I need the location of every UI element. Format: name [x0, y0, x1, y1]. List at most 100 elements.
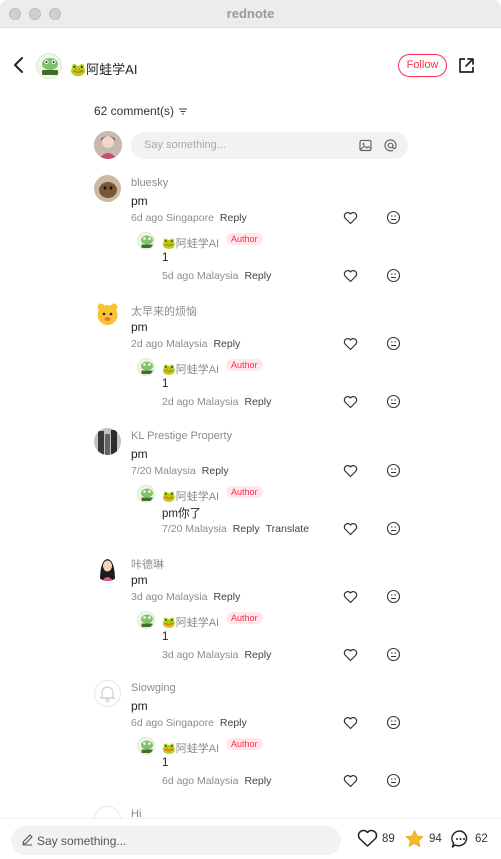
comment-bubble-icon[interactable]: [450, 829, 471, 849]
author-badge: Author: [226, 233, 263, 245]
reply-author-name[interactable]: 🐸阿蛙学AI: [162, 614, 219, 630]
heart-icon[interactable]: [343, 269, 358, 283]
reply-text: 1: [162, 252, 169, 264]
bottom-input-placeholder: Say something...: [37, 834, 127, 848]
emoji-icon[interactable]: [386, 647, 401, 662]
comment-text: pm: [131, 699, 148, 713]
heart-icon[interactable]: [343, 590, 358, 604]
emoji-icon[interactable]: [386, 336, 401, 351]
reply-meta: 5d ago Malaysia Reply: [162, 270, 271, 282]
comment-text: pm: [131, 573, 148, 587]
author-badge: Author: [226, 486, 263, 498]
like-stat[interactable]: 89: [357, 829, 395, 848]
comment-count-row[interactable]: 62 comment(s): [94, 104, 188, 118]
author-badge: Author: [226, 359, 263, 371]
collect-count: 94: [429, 833, 442, 845]
reply-button[interactable]: Reply: [213, 591, 240, 603]
emoji-icon[interactable]: [386, 210, 401, 225]
reply-meta: 7/20 Malaysia Reply Translate: [162, 523, 309, 535]
back-arrow-icon[interactable]: [10, 55, 28, 75]
emoji-icon[interactable]: [386, 394, 401, 409]
reply-author-avatar[interactable]: [137, 358, 155, 376]
reply-button[interactable]: Reply: [244, 270, 271, 282]
reply-button[interactable]: Reply: [202, 465, 229, 477]
reply-button[interactable]: Reply: [220, 717, 247, 729]
comment-input[interactable]: Say something...: [131, 132, 408, 159]
comment-text: pm: [131, 447, 148, 461]
comment-time-location: 2d ago Malaysia: [131, 338, 208, 350]
commenter-name[interactable]: 太早来的烦恼: [131, 303, 197, 319]
share-icon[interactable]: [457, 56, 476, 75]
commenter-name[interactable]: Siowging: [131, 682, 176, 694]
title-bar: rednote: [0, 0, 501, 28]
comment-stat[interactable]: 62: [450, 829, 488, 849]
heart-icon[interactable]: [343, 648, 358, 662]
reply-time-location: 6d ago Malaysia: [162, 775, 239, 787]
commenter-avatar[interactable]: [94, 428, 121, 455]
heart-icon[interactable]: [343, 337, 358, 351]
comment-text: pm: [131, 320, 148, 334]
mention-icon[interactable]: [383, 138, 398, 153]
emoji-icon[interactable]: [386, 268, 401, 283]
commenter-avatar[interactable]: [94, 175, 121, 202]
emoji-icon[interactable]: [386, 463, 401, 478]
reply-button[interactable]: Reply: [244, 396, 271, 408]
comment-time-location: 7/20 Malaysia: [131, 465, 196, 477]
star-icon[interactable]: [404, 829, 425, 849]
image-icon[interactable]: [358, 138, 373, 153]
emoji-icon[interactable]: [386, 521, 401, 536]
translate-button[interactable]: Translate: [266, 523, 309, 535]
collect-stat[interactable]: 94: [404, 829, 442, 849]
commenter-name[interactable]: 咔德琳: [131, 556, 164, 572]
reply-text: 1: [162, 631, 169, 643]
heart-icon[interactable]: [357, 829, 378, 848]
reply-button[interactable]: Reply: [213, 338, 240, 350]
reply-author-avatar[interactable]: [137, 232, 155, 250]
commenter-name[interactable]: Hi: [131, 808, 141, 818]
reply-button[interactable]: Reply: [244, 775, 271, 787]
reply-button[interactable]: Reply: [244, 649, 271, 661]
commenter-avatar[interactable]: [94, 806, 121, 818]
author-avatar[interactable]: [36, 53, 62, 79]
heart-icon[interactable]: [343, 464, 358, 478]
emoji-icon[interactable]: [386, 589, 401, 604]
reply-time-location: 5d ago Malaysia: [162, 270, 239, 282]
emoji-icon[interactable]: [386, 715, 401, 730]
reply-button[interactable]: Reply: [220, 212, 247, 224]
reply-author-name[interactable]: 🐸阿蛙学AI: [162, 361, 219, 377]
reply-author-avatar[interactable]: [137, 737, 155, 755]
follow-button[interactable]: Follow: [398, 54, 447, 77]
reply-meta: 2d ago Malaysia Reply: [162, 396, 271, 408]
reply-meta: 3d ago Malaysia Reply: [162, 649, 271, 661]
reply-meta: 6d ago Malaysia Reply: [162, 775, 271, 787]
reply-author-name[interactable]: 🐸阿蛙学AI: [162, 235, 219, 251]
reply-text: 1: [162, 757, 169, 769]
reply-author-name[interactable]: 🐸阿蛙学AI: [162, 740, 219, 756]
emoji-icon[interactable]: [386, 773, 401, 788]
reply-text: 1: [162, 378, 169, 390]
commenter-name[interactable]: bluesky: [131, 177, 168, 189]
author-badge: Author: [226, 738, 263, 750]
sort-icon[interactable]: [178, 107, 188, 116]
commenter-avatar[interactable]: [94, 680, 121, 707]
bottom-comment-input[interactable]: Say something...: [11, 826, 341, 855]
heart-icon[interactable]: [343, 211, 358, 225]
reply-text: pm你了: [162, 508, 201, 520]
comment-time-location: 6d ago Singapore: [131, 717, 214, 729]
commenter-avatar[interactable]: [94, 554, 121, 581]
reply-author-avatar[interactable]: [137, 611, 155, 629]
commenter-name[interactable]: KL Prestige Property: [131, 430, 232, 442]
reply-author-name[interactable]: 🐸阿蛙学AI: [162, 488, 219, 504]
comment-count: 62 comment(s): [94, 104, 175, 118]
author-name[interactable]: 🐸阿蛙学AI: [70, 59, 137, 78]
commenter-avatar[interactable]: [94, 301, 121, 328]
heart-icon[interactable]: [343, 522, 358, 536]
reply-author-avatar[interactable]: [137, 485, 155, 503]
heart-icon[interactable]: [343, 774, 358, 788]
comment-input-placeholder: Say something...: [144, 139, 226, 151]
reply-button[interactable]: Reply: [233, 523, 260, 535]
heart-icon[interactable]: [343, 395, 358, 409]
heart-icon[interactable]: [343, 716, 358, 730]
comment-item: Hi: [94, 806, 414, 818]
comment-meta: 6d ago Singapore Reply: [131, 212, 247, 224]
